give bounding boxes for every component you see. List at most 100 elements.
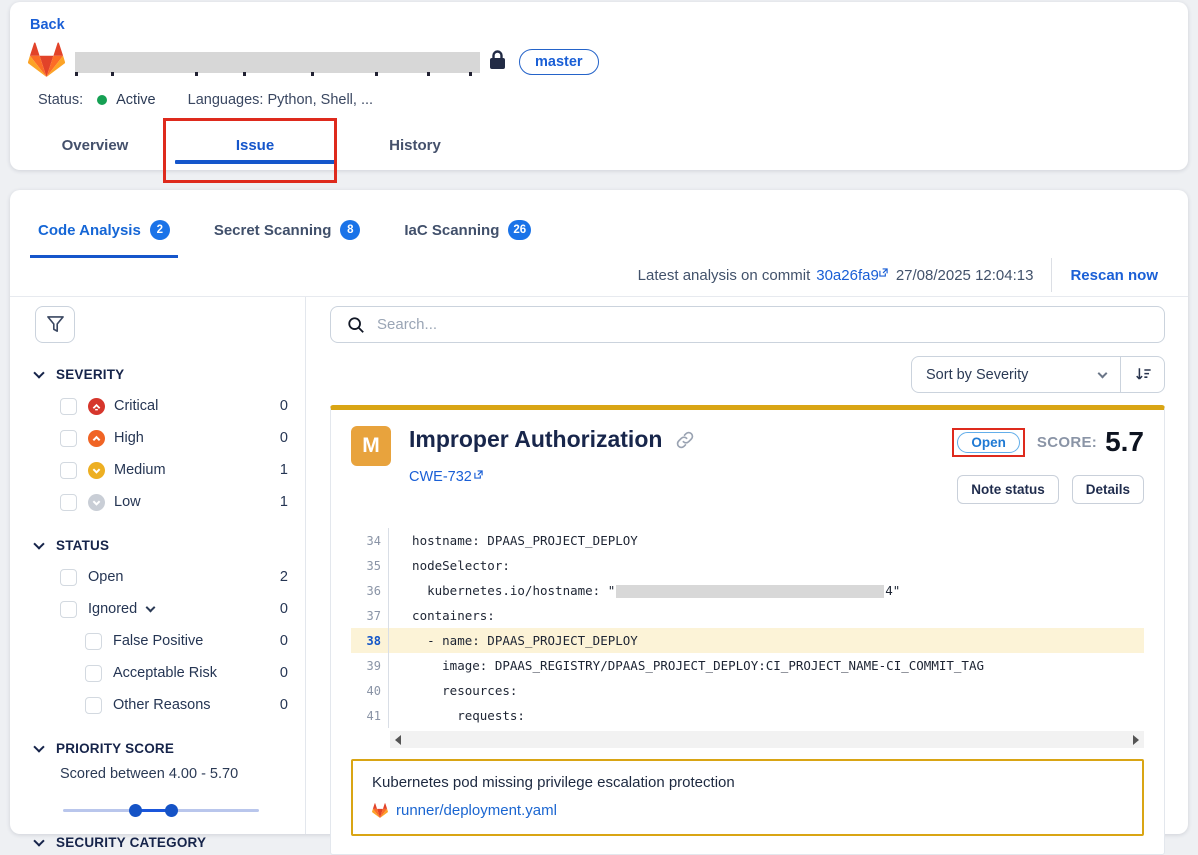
- status-section-title: STATUS: [56, 538, 109, 553]
- sort-by-dropdown[interactable]: Sort by Severity: [912, 357, 1120, 392]
- scroll-left-arrow[interactable]: [395, 735, 401, 745]
- gitlab-logo-icon: [372, 803, 388, 818]
- code-line: 39 image: DPAAS_REGISTRY/DPAAS_PROJECT_D…: [351, 653, 1144, 678]
- search-input[interactable]: [377, 316, 1164, 333]
- code-line: 36 kubernetes.io/hostname: "4": [351, 578, 1144, 603]
- back-link[interactable]: Back: [30, 17, 65, 33]
- project-title-row: master: [28, 42, 599, 82]
- chevron-down-icon: [1098, 368, 1108, 378]
- tab-overview[interactable]: Overview: [15, 137, 175, 170]
- latest-analysis-row: Latest analysis on commit 30a26fa9 27/08…: [638, 258, 1158, 292]
- note-status-button[interactable]: Note status: [957, 475, 1059, 504]
- status-value: Active: [116, 92, 156, 108]
- false-positive-checkbox[interactable]: [85, 633, 102, 650]
- project-status-row: Status: Active Languages: Python, Shell,…: [38, 92, 373, 108]
- filter-row-false-positive: False Positive 0: [85, 625, 288, 657]
- line-text: kubernetes.io/hostname: "4": [389, 583, 900, 598]
- line-number: 41: [351, 703, 389, 728]
- medium-label: Medium: [114, 462, 166, 478]
- filters-sidebar: SEVERITY Critical 0 High 0: [10, 297, 306, 834]
- chevron-down-icon[interactable]: [146, 602, 156, 612]
- severity-low-icon: [88, 494, 105, 511]
- commit-hash: 30a26fa9: [816, 267, 879, 284]
- low-label: Low: [114, 494, 141, 510]
- line-text: - name: DPAAS_PROJECT_DEPLOY: [389, 633, 638, 648]
- slider-handle-min[interactable]: [129, 804, 142, 817]
- severity-critical-icon: [88, 398, 105, 415]
- severity-section-title: SEVERITY: [56, 367, 124, 382]
- tab-code-analysis-label: Code Analysis: [38, 222, 141, 239]
- critical-checkbox[interactable]: [60, 398, 77, 415]
- priority-score-slider[interactable]: [63, 803, 259, 817]
- false-positive-label: False Positive: [113, 633, 203, 649]
- rescan-now-button[interactable]: Rescan now: [1070, 267, 1158, 284]
- chevron-down-icon: [33, 538, 44, 549]
- cwe-link[interactable]: CWE-732: [409, 469, 483, 485]
- open-checkbox[interactable]: [60, 569, 77, 586]
- open-label: Open: [88, 569, 123, 585]
- line-text: resources:: [389, 683, 517, 698]
- finding-file-name: runner/deployment.yaml: [396, 802, 557, 819]
- acceptable-risk-checkbox[interactable]: [85, 665, 102, 682]
- status-badge-open[interactable]: Open: [957, 432, 1020, 453]
- redacted-hostname: [616, 585, 884, 598]
- line-number: 36: [351, 578, 389, 603]
- other-reasons-checkbox[interactable]: [85, 697, 102, 714]
- gitlab-logo-icon: [28, 42, 65, 82]
- divider: [1051, 258, 1052, 292]
- scroll-right-arrow[interactable]: [1133, 735, 1139, 745]
- severity-medium-icon: [88, 462, 105, 479]
- acceptable-risk-count: 0: [280, 665, 288, 681]
- severity-high-icon: [88, 430, 105, 447]
- commit-link[interactable]: 30a26fa9: [816, 267, 888, 284]
- other-reasons-label: Other Reasons: [113, 697, 211, 713]
- latest-analysis-label: Latest analysis on commit: [638, 267, 811, 284]
- code-analysis-count-badge: 2: [150, 220, 170, 240]
- line-number: 35: [351, 553, 389, 578]
- tab-secret-scanning[interactable]: Secret Scanning 8: [214, 220, 361, 258]
- code-horizontal-scrollbar[interactable]: [390, 731, 1144, 748]
- tab-issue-label: Issue: [236, 137, 274, 154]
- issues-list-area: Sort by Severity M: [306, 297, 1188, 834]
- tab-history[interactable]: History: [335, 137, 495, 170]
- chevron-down-icon: [33, 835, 44, 846]
- tab-iac-scanning[interactable]: IaC Scanning 26: [404, 220, 531, 258]
- line-number: 39: [351, 653, 389, 678]
- status-section-header[interactable]: STATUS: [35, 538, 305, 553]
- branch-badge: master: [519, 49, 599, 75]
- line-number: 38: [351, 628, 389, 653]
- critical-label: Critical: [114, 398, 158, 414]
- finding-file-link[interactable]: runner/deployment.yaml: [372, 802, 1123, 819]
- line-text: hostname: DPAAS_PROJECT_DEPLOY: [389, 533, 638, 548]
- main-tabs: Overview Issue History: [15, 137, 495, 170]
- tab-code-analysis[interactable]: Code Analysis 2: [38, 220, 170, 258]
- secret-scanning-count-badge: 8: [340, 220, 360, 240]
- sort-descending-icon: [1134, 366, 1152, 383]
- vulnerability-card: M Improper Authorization CWE-732: [330, 405, 1165, 855]
- medium-checkbox[interactable]: [60, 462, 77, 479]
- ignored-checkbox[interactable]: [60, 601, 77, 618]
- filter-row-high: High 0: [60, 422, 288, 454]
- details-button[interactable]: Details: [1072, 475, 1144, 504]
- lock-icon: [489, 50, 506, 75]
- status-label: Status:: [38, 92, 83, 108]
- red-annotation-box-open-status: Open: [952, 428, 1025, 457]
- external-link-icon: [879, 268, 888, 277]
- permalink-icon[interactable]: [675, 430, 695, 450]
- filter-button[interactable]: [35, 306, 75, 343]
- filter-row-acceptable-risk: Acceptable Risk 0: [85, 657, 288, 689]
- low-checkbox[interactable]: [60, 494, 77, 511]
- sort-direction-button[interactable]: [1120, 357, 1164, 392]
- sort-by-label: Sort by Severity: [926, 367, 1028, 383]
- tab-issue[interactable]: Issue: [175, 137, 335, 170]
- tab-iac-scanning-label: IaC Scanning: [404, 222, 499, 239]
- security-category-section-header[interactable]: SECURITY CATEGORY: [35, 835, 305, 850]
- priority-score-section-header[interactable]: PRIORITY SCORE: [35, 741, 305, 756]
- slider-handle-max[interactable]: [165, 804, 178, 817]
- severity-section-header[interactable]: SEVERITY: [35, 367, 305, 382]
- languages-label: Languages: Python, Shell, ...: [188, 92, 373, 108]
- line-text: requests:: [389, 708, 525, 723]
- high-checkbox[interactable]: [60, 430, 77, 447]
- code-line: 41 requests:: [351, 703, 1144, 728]
- other-reasons-count: 0: [280, 697, 288, 713]
